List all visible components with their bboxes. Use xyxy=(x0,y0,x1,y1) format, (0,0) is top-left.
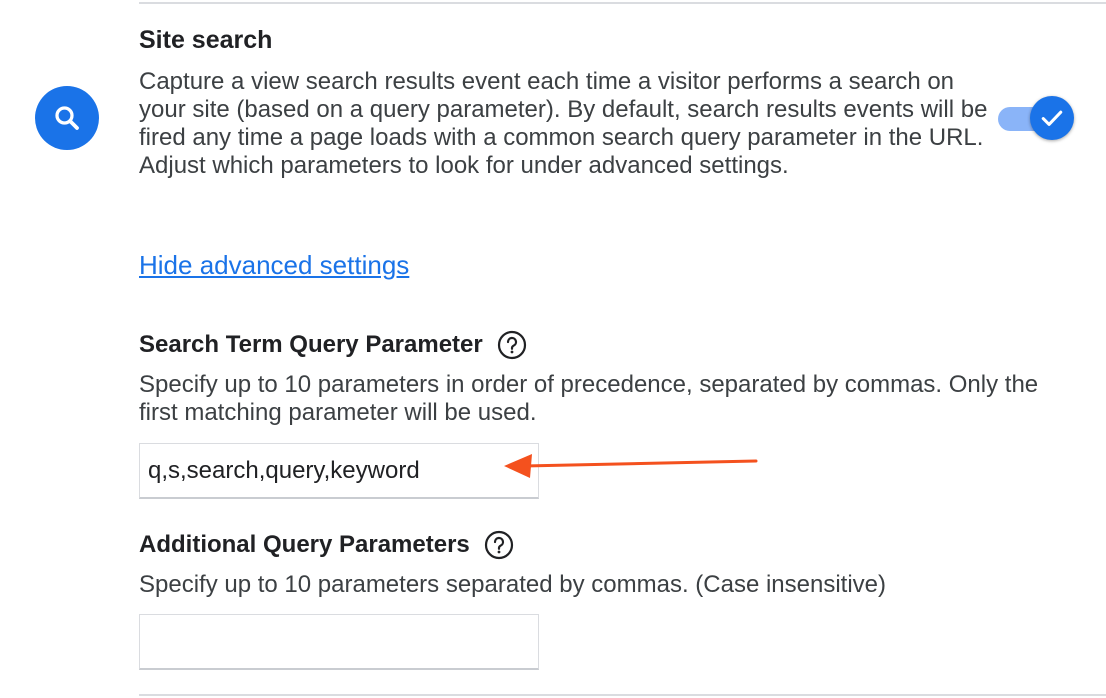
site-search-description: Capture a view search results event each… xyxy=(139,68,988,179)
check-icon xyxy=(1030,96,1074,140)
site-search-title: Site search xyxy=(139,26,273,54)
site-search-toggle[interactable] xyxy=(998,96,1074,142)
arrow-left-icon xyxy=(504,454,758,478)
additional-params-label-text: Additional Query Parameters xyxy=(139,531,470,558)
hide-advanced-settings-link[interactable]: Hide advanced settings xyxy=(139,250,409,281)
search-term-param-description: Specify up to 10 parameters in order of … xyxy=(139,371,1039,426)
additional-params-description: Specify up to 10 parameters separated by… xyxy=(139,571,887,598)
help-circle-icon[interactable] xyxy=(497,330,527,360)
additional-params-input[interactable] xyxy=(139,614,539,670)
search-icon xyxy=(35,86,99,150)
help-circle-icon[interactable] xyxy=(484,530,514,560)
additional-params-label: Additional Query Parameters xyxy=(139,530,514,560)
search-term-param-label-text: Search Term Query Parameter xyxy=(139,331,483,358)
search-term-param-label: Search Term Query Parameter xyxy=(139,330,527,360)
bottom-divider xyxy=(139,694,1106,696)
search-term-param-input[interactable] xyxy=(139,443,539,499)
top-divider xyxy=(139,2,1106,4)
